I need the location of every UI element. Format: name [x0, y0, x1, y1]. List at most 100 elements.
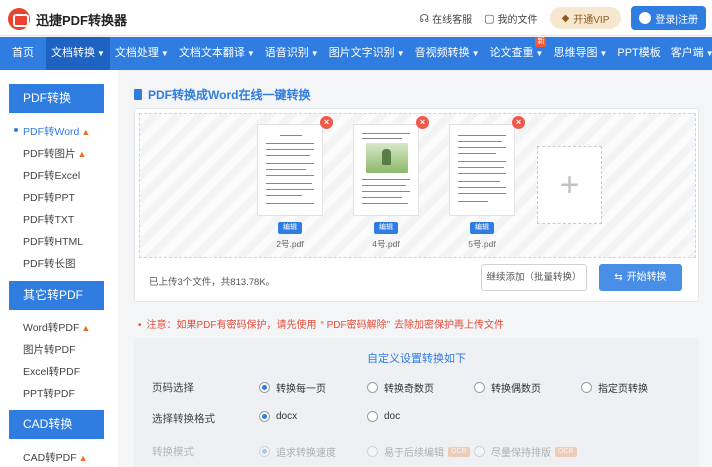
nav-home[interactable]: 首页 — [0, 37, 46, 70]
pdf-unlock-link[interactable]: “ PDF密码解除” — [321, 320, 390, 331]
upload-info: 已上传3个文件，共813.78K。 — [149, 277, 276, 288]
radio-editable-mode[interactable]: 易于后续编辑 OCR — [367, 444, 470, 459]
close-icon[interactable]: × — [416, 116, 429, 129]
radio-icon — [367, 411, 378, 422]
close-icon[interactable]: × — [320, 116, 333, 129]
settings-panel: 自定义设置转换如下 页码选择 转换每一页 转换奇数页 转换偶数页 指定页转换 选… — [134, 338, 699, 467]
my-files-label: 我的文件 — [497, 14, 538, 26]
nav-speech[interactable]: 语音识别 ▼ — [260, 37, 324, 70]
radio-icon — [474, 382, 485, 393]
chevron-down-icon: ▼ — [160, 49, 169, 58]
user-icon — [639, 12, 652, 24]
brand-name: 迅捷PDF转换器 — [36, 12, 128, 28]
sidebar-item-pdf-to-word[interactable]: PDF转Word ▲ — [23, 124, 90, 139]
radio-checked-icon — [259, 446, 270, 457]
nav-media[interactable]: 音视频转换 ▼ — [410, 37, 485, 70]
radio-checked-icon — [259, 382, 270, 393]
photo-image — [366, 143, 408, 173]
sidebar-item-ppt-to-pdf[interactable]: PPT转PDF — [23, 386, 75, 401]
start-convert-button[interactable]: ⇆ 开始转换 — [599, 264, 682, 291]
sidebar-item-pdf-to-txt[interactable]: PDF转TXT — [23, 212, 74, 227]
nav-translate[interactable]: 文档文本翻译 ▼ — [174, 37, 260, 70]
notice-text: 注意：如果PDF有密码保护，请先使用 — [146, 320, 317, 331]
nav-plagiarism[interactable]: 论文查重 ▼ 新 — [485, 37, 549, 70]
active-dot — [14, 128, 18, 132]
sidebar-item-excel-to-pdf[interactable]: Excel转PDF — [23, 364, 80, 379]
vip-button[interactable]: ◆ 开通VIP — [549, 7, 622, 29]
new-badge: 新 — [535, 37, 547, 47]
start-convert-label: 开始转换 — [626, 272, 667, 283]
radio-icon — [367, 446, 378, 457]
radio-icon — [581, 382, 592, 393]
file-thumbnail — [257, 124, 323, 216]
edit-button[interactable]: 编辑 — [470, 222, 494, 234]
ocr-badge: OCR — [448, 446, 470, 457]
radio-icon — [367, 382, 378, 393]
sidebar-item-word-to-pdf[interactable]: Word转PDF ▲ — [23, 320, 90, 335]
nav-mindmap[interactable]: 思维导图 ▼ — [548, 37, 612, 70]
radio-speed-mode[interactable]: 追求转换速度 — [259, 444, 336, 459]
sidebar-item-cad-to-pdf[interactable]: CAD转PDF ▲ — [23, 450, 88, 465]
logo[interactable]: 迅捷PDF转换器 — [8, 8, 127, 30]
headset-icon: ☊ — [419, 12, 430, 25]
chevron-down-icon: ▼ — [705, 49, 712, 58]
sidebar-item-pdf-to-html[interactable]: PDF转HTML — [23, 234, 83, 249]
nav-ocr[interactable]: 图片文字识别 ▼ — [324, 37, 410, 70]
document-icon — [134, 89, 142, 100]
main-nav: 首页 文档转换 ▼ 文档处理 ▼ 文档文本翻译 ▼ 语音识别 ▼ 图片文字识别 ▼ 音视频… — [0, 37, 712, 70]
file-thumbnail — [353, 124, 419, 216]
file-name: 5号.pdf — [468, 239, 496, 249]
file-name: 2号.pdf — [276, 239, 304, 249]
settings-title: 自定义设置转换如下 — [367, 353, 466, 365]
sidebar-item-pdf-to-long-image[interactable]: PDF转长图 — [23, 256, 76, 271]
radio-odd-pages[interactable]: 转换奇数页 — [367, 380, 434, 395]
radio-doc[interactable]: doc — [367, 411, 400, 422]
chevron-down-icon: ▼ — [97, 49, 105, 58]
plus-icon: + — [559, 166, 580, 204]
file-card: × 编辑 4号.pdf — [353, 116, 429, 249]
file-drop-area[interactable]: × 编辑 2号.pdf × 编辑 4号.pdf × 编辑 5号.pdf + — [139, 113, 696, 258]
nav-doc-convert[interactable]: 文档转换 ▼ — [46, 37, 110, 70]
nav-doc-process[interactable]: 文档处理 ▼ — [110, 37, 174, 70]
chevron-down-icon: ▼ — [246, 49, 255, 58]
page-title: PDF转换成Word在线一键转换 — [134, 86, 310, 103]
chevron-down-icon: ▼ — [471, 49, 480, 58]
sidebar-heading-pdf: PDF转换 — [9, 84, 104, 113]
radio-even-pages[interactable]: 转换偶数页 — [474, 380, 541, 395]
edit-button[interactable]: 编辑 — [278, 222, 302, 234]
continue-add-button[interactable]: 继续添加（批量转换） — [481, 264, 587, 291]
radio-layout-mode[interactable]: 尽量保持排版 OCR — [474, 444, 577, 459]
radio-docx[interactable]: docx — [259, 411, 297, 422]
online-service-label: 在线客服 — [432, 14, 473, 26]
edit-button[interactable]: 编辑 — [374, 222, 398, 234]
radio-icon — [474, 446, 485, 457]
sidebar-item-image-to-pdf[interactable]: 图片转PDF — [23, 342, 76, 357]
file-name: 4号.pdf — [372, 239, 400, 249]
notice-suffix: 去除加密保护再上传文件 — [393, 320, 504, 331]
page-title-text: PDF转换成Word在线一键转换 — [148, 88, 311, 102]
ocr-badge: OCR — [555, 446, 577, 457]
file-icon: ▢ — [484, 12, 495, 25]
fire-icon: ▲ — [81, 127, 91, 137]
my-files-link[interactable]: ▢ 我的文件 — [484, 11, 537, 26]
online-service-link[interactable]: ☊ 在线客服 — [419, 11, 472, 26]
password-notice: • 注意：如果PDF有密码保护，请先使用 “ PDF密码解除” 去除加密保护再上传文件 — [138, 316, 504, 331]
radio-every-page[interactable]: 转换每一页 — [259, 380, 326, 395]
sidebar-item-pdf-to-excel[interactable]: PDF转Excel — [23, 168, 80, 183]
vip-label: 开通VIP — [573, 14, 610, 26]
close-icon[interactable]: × — [512, 116, 525, 129]
main-content: PDF转换成Word在线一键转换 × 编辑 2号.pdf × 编辑 4号.pdf… — [118, 70, 712, 467]
page-select-label: 页码选择 — [152, 382, 194, 394]
chevron-down-icon: ▼ — [396, 49, 405, 58]
nav-ppt[interactable]: PPT模板 — [612, 37, 665, 70]
sidebar: PDF转换 PDF转Word ▲ PDF转图片 ▲ PDF转Excel PDF转PP… — [0, 70, 118, 467]
top-bar: 迅捷PDF转换器 ☊ 在线客服 ▢ 我的文件 ◆ 开通VIP 登录|注册 — [0, 0, 712, 36]
radio-specific-pages[interactable]: 指定页转换 — [581, 380, 648, 395]
sidebar-item-pdf-to-image[interactable]: PDF转图片 ▲ — [23, 146, 86, 161]
sidebar-item-pdf-to-ppt[interactable]: PDF转PPT — [23, 190, 75, 205]
mode-label: 转换模式 — [152, 446, 194, 458]
nav-client[interactable]: 客户端 ▼ — [666, 37, 712, 70]
add-file-button[interactable]: + — [537, 146, 602, 224]
login-button[interactable]: 登录|注册 — [631, 6, 706, 30]
radio-checked-icon — [259, 411, 270, 422]
